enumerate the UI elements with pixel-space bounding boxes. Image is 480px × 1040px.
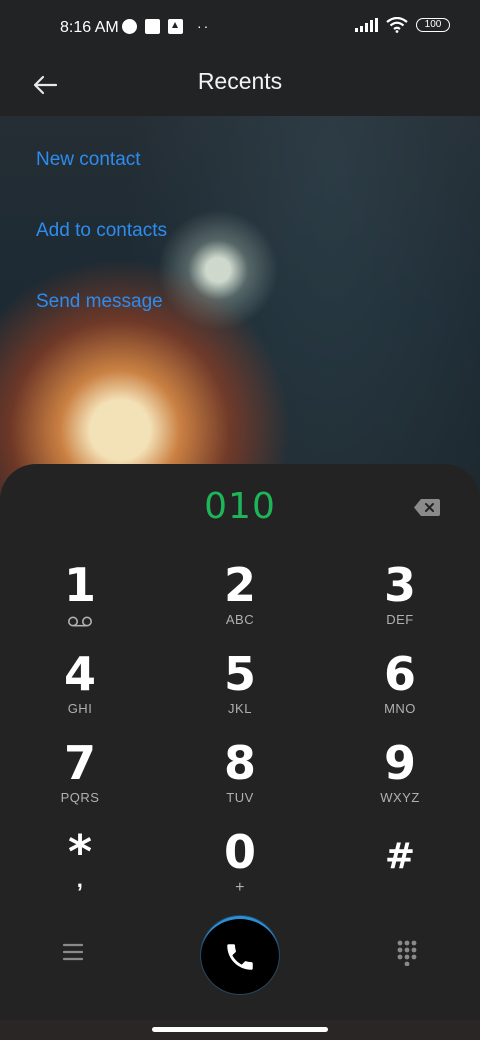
status-bar: 8:16 AM ·· 100	[0, 0, 480, 56]
backspace-icon[interactable]	[414, 499, 440, 516]
key-letters: TUV	[226, 790, 254, 805]
key-0[interactable]: 0 +	[160, 827, 320, 915]
new-contact-link[interactable]: New contact	[36, 140, 167, 211]
voicemail-icon	[68, 616, 92, 627]
key-letters: DEF	[386, 612, 414, 627]
key-7[interactable]: 7 PQRS	[0, 738, 160, 826]
key-5[interactable]: 5 JKL	[160, 649, 320, 737]
battery-indicator: 100	[416, 18, 450, 32]
more-notifications-icon: ··	[197, 18, 211, 34]
send-message-link[interactable]: Send message	[36, 282, 167, 353]
signal-icon	[355, 18, 378, 32]
key-8[interactable]: 8 TUV	[160, 738, 320, 826]
key-letters: MNO	[384, 701, 416, 716]
status-time: 8:16 AM	[60, 19, 119, 36]
phone-icon	[227, 943, 253, 970]
key-digit: 2	[223, 558, 256, 612]
keypad-toggle-icon[interactable]	[396, 940, 418, 966]
key-letters: GHI	[67, 701, 93, 716]
key-letters: ,	[76, 867, 84, 892]
upload-notification-icon	[168, 18, 183, 34]
notification-icons: ··	[122, 18, 210, 34]
top-app-bar: Recents	[0, 56, 480, 116]
key-digit: 3	[383, 558, 416, 612]
key-digit: 5	[223, 647, 256, 701]
add-to-contacts-link[interactable]: Add to contacts	[36, 211, 167, 282]
key-digit: 7	[63, 736, 96, 790]
key-4[interactable]: 4 GHI	[0, 649, 160, 737]
action-list: New contact Add to contacts Send message	[36, 140, 167, 353]
key-letters: ABC	[225, 612, 255, 627]
key-letters: WXYZ	[380, 790, 420, 805]
page-title: Recents	[197, 68, 283, 94]
key-digit: 4	[63, 647, 96, 701]
key-6[interactable]: 6 MNO	[320, 649, 480, 737]
key-hash[interactable]: #	[320, 827, 480, 915]
dialer-panel: 010 1 2 ABC 3 DEF 4 GHI 5 JKL 6 MNO 7 PQ…	[0, 464, 480, 1020]
dialer-bottom-bar	[0, 916, 480, 996]
home-indicator[interactable]	[152, 1027, 328, 1032]
app-notification-icon	[122, 18, 137, 34]
key-digit: 8	[223, 736, 256, 790]
key-letters: PQRS	[60, 790, 100, 805]
key-digit: 1	[63, 558, 96, 612]
key-digit: 9	[383, 736, 416, 790]
wifi-icon	[386, 17, 408, 33]
key-2[interactable]: 2 ABC	[160, 560, 320, 648]
key-digit: #	[384, 836, 416, 877]
key-letters: JKL	[228, 701, 252, 716]
key-digit: 0	[223, 825, 256, 879]
dialed-number[interactable]: 010	[0, 486, 480, 527]
key-digit: 6	[383, 647, 416, 701]
key-letters: +	[235, 879, 245, 896]
key-1[interactable]: 1	[0, 560, 160, 648]
key-3[interactable]: 3 DEF	[320, 560, 480, 648]
system-icons: 100	[355, 17, 450, 33]
key-star[interactable]: * ,	[0, 827, 160, 915]
call-button[interactable]	[201, 916, 279, 994]
menu-icon[interactable]	[62, 942, 84, 962]
square-notification-icon	[145, 18, 160, 34]
key-9[interactable]: 9 WXYZ	[320, 738, 480, 826]
